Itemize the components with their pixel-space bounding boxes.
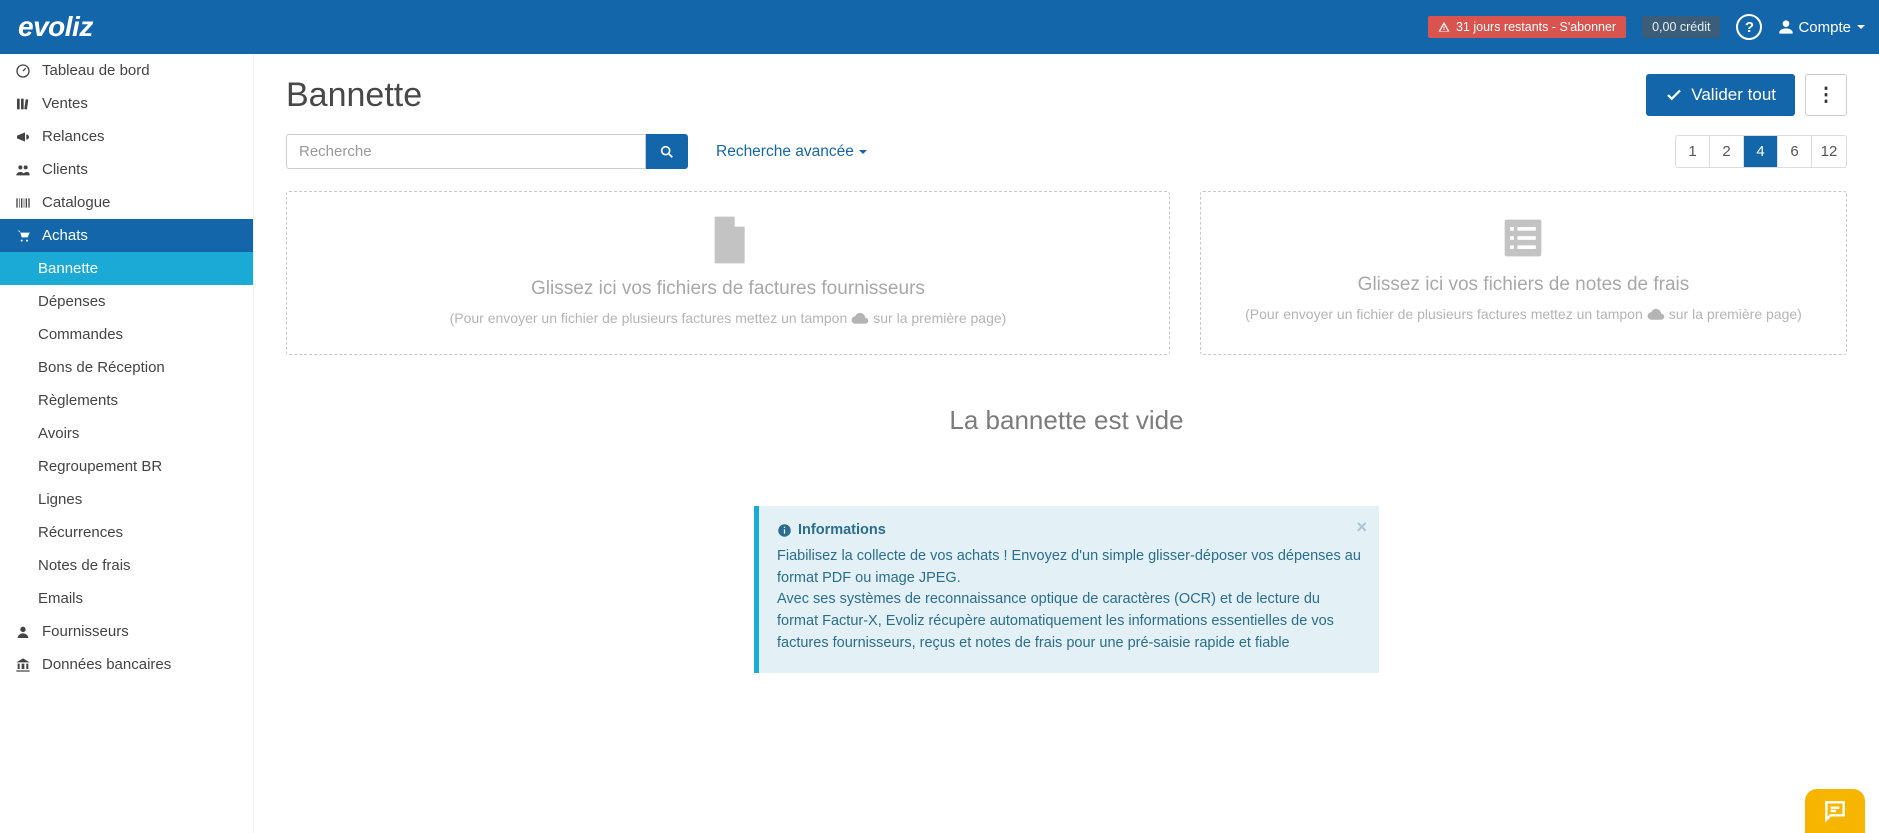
help-icon[interactable]: ?: [1736, 14, 1762, 40]
validate-all-button[interactable]: Valider tout: [1646, 74, 1795, 116]
kebab-icon: ⋮: [1817, 84, 1836, 107]
sidebar-item-relances[interactable]: Relances: [0, 120, 253, 153]
sidebar-item-label: Catalogue: [42, 194, 110, 211]
pager-item[interactable]: 2: [1710, 136, 1744, 167]
info-title: Informations: [777, 520, 1361, 542]
sidebar-item-achats[interactable]: Achats: [0, 219, 253, 252]
sidebar-item-label: Clients: [42, 161, 88, 178]
barcode-icon: [14, 195, 32, 211]
user-icon: [1778, 19, 1794, 35]
bank-icon: [14, 657, 32, 673]
pager-item[interactable]: 12: [1812, 136, 1846, 167]
search-group: [286, 134, 688, 169]
dropzone-hint: (Pour envoyer un fichier de plusieurs fa…: [1219, 306, 1828, 322]
advanced-search-label: Recherche avancée: [716, 143, 854, 161]
close-icon[interactable]: ×: [1356, 514, 1367, 541]
info-box: × Informations Fiabilisez la collecte de…: [754, 506, 1379, 673]
dropzone-hint: (Pour envoyer un fichier de plusieurs fa…: [305, 310, 1151, 326]
search-input[interactable]: [286, 134, 646, 169]
topbar: evoliz 31 jours restants - S'abonner 0,0…: [0, 0, 1879, 54]
page-title: Bannette: [286, 76, 422, 115]
sidebar-item-catalog[interactable]: Catalogue: [0, 186, 253, 219]
sidebar-item-dashboard[interactable]: Tableau de bord: [0, 54, 253, 87]
gauge-icon: [14, 63, 32, 79]
sidebar-item-label: Ventes: [42, 95, 88, 112]
more-actions-button[interactable]: ⋮: [1805, 74, 1847, 116]
sidebar-sub-depenses[interactable]: Dépenses: [0, 285, 253, 318]
sidebar-item-clients[interactable]: Clients: [0, 153, 253, 186]
content: Bannette Valider tout ⋮: [254, 54, 1879, 833]
list-icon: [1219, 216, 1828, 260]
advanced-search-link[interactable]: Recherche avancée: [716, 143, 867, 161]
caret-down-icon: [859, 150, 867, 154]
sidebar-sub-bannette[interactable]: Bannette: [0, 252, 253, 285]
account-label: Compte: [1798, 19, 1851, 36]
info-icon: [777, 523, 792, 538]
pager: 1 2 4 6 12: [1675, 135, 1847, 168]
sidebar-sub-notes-frais[interactable]: Notes de frais: [0, 549, 253, 582]
sidebar-sub-emails[interactable]: Emails: [0, 582, 253, 615]
validate-all-label: Valider tout: [1691, 85, 1776, 105]
chat-fab[interactable]: [1805, 789, 1865, 833]
dropzone-expense-notes[interactable]: Glissez ici vos fichiers de notes de fra…: [1200, 191, 1847, 355]
trial-text: 31 jours restants - S'abonner: [1456, 20, 1616, 34]
sidebar-item-label: Tableau de bord: [42, 62, 150, 79]
search-icon: [659, 144, 675, 160]
sidebar-sub-commandes[interactable]: Commandes: [0, 318, 253, 351]
sidebar-sub-lignes[interactable]: Lignes: [0, 483, 253, 516]
info-paragraph: Fiabilisez la collecte de vos achats ! E…: [777, 546, 1361, 590]
books-icon: [14, 96, 32, 112]
document-icon: [305, 216, 1151, 264]
cloud-icon: [1647, 308, 1665, 321]
sidebar-item-fournisseurs[interactable]: Fournisseurs: [0, 615, 253, 648]
sidebar-sub-regroupement[interactable]: Regroupement BR: [0, 450, 253, 483]
chat-icon: [1822, 798, 1848, 824]
pager-item[interactable]: 6: [1778, 136, 1812, 167]
check-icon: [1665, 86, 1683, 104]
search-button[interactable]: [646, 134, 688, 169]
sidebar-item-label: Achats: [42, 227, 88, 244]
sidebar-sub-bons[interactable]: Bons de Réception: [0, 351, 253, 384]
sidebar-item-label: Données bancaires: [42, 656, 171, 673]
trial-badge[interactable]: 31 jours restants - S'abonner: [1428, 16, 1626, 38]
dropzone-supplier-invoices[interactable]: Glissez ici vos fichiers de factures fou…: [286, 191, 1170, 355]
pager-item[interactable]: 4: [1744, 136, 1778, 167]
user-icon: [14, 624, 32, 640]
info-paragraph: Avec ses systèmes de reconnaissance opti…: [777, 589, 1361, 654]
sidebar-sub-recurrences[interactable]: Récurrences: [0, 516, 253, 549]
users-icon: [14, 162, 32, 178]
account-menu[interactable]: Compte: [1778, 19, 1865, 36]
warning-icon: [1438, 21, 1450, 33]
sidebar-sub-reglements[interactable]: Règlements: [0, 384, 253, 417]
topbar-right: 31 jours restants - S'abonner 0,00 crédi…: [1428, 14, 1865, 40]
cloud-icon: [851, 312, 869, 325]
credit-badge[interactable]: 0,00 crédit: [1642, 16, 1720, 38]
sidebar: Tableau de bord Ventes Relances Clients …: [0, 54, 254, 833]
sidebar-sub-avoirs[interactable]: Avoirs: [0, 417, 253, 450]
pager-item[interactable]: 1: [1676, 136, 1710, 167]
caret-down-icon: [1857, 25, 1865, 29]
sidebar-item-label: Fournisseurs: [42, 623, 129, 640]
sidebar-item-sales[interactable]: Ventes: [0, 87, 253, 120]
sidebar-item-label: Relances: [42, 128, 105, 145]
cart-icon: [14, 228, 32, 244]
megaphone-icon: [14, 129, 32, 145]
dropzone-title: Glissez ici vos fichiers de notes de fra…: [1219, 274, 1828, 296]
sidebar-item-bank[interactable]: Données bancaires: [0, 648, 253, 681]
empty-state-message: La bannette est vide: [286, 405, 1847, 436]
dropzone-title: Glissez ici vos fichiers de factures fou…: [305, 278, 1151, 300]
logo[interactable]: evoliz: [18, 11, 93, 43]
